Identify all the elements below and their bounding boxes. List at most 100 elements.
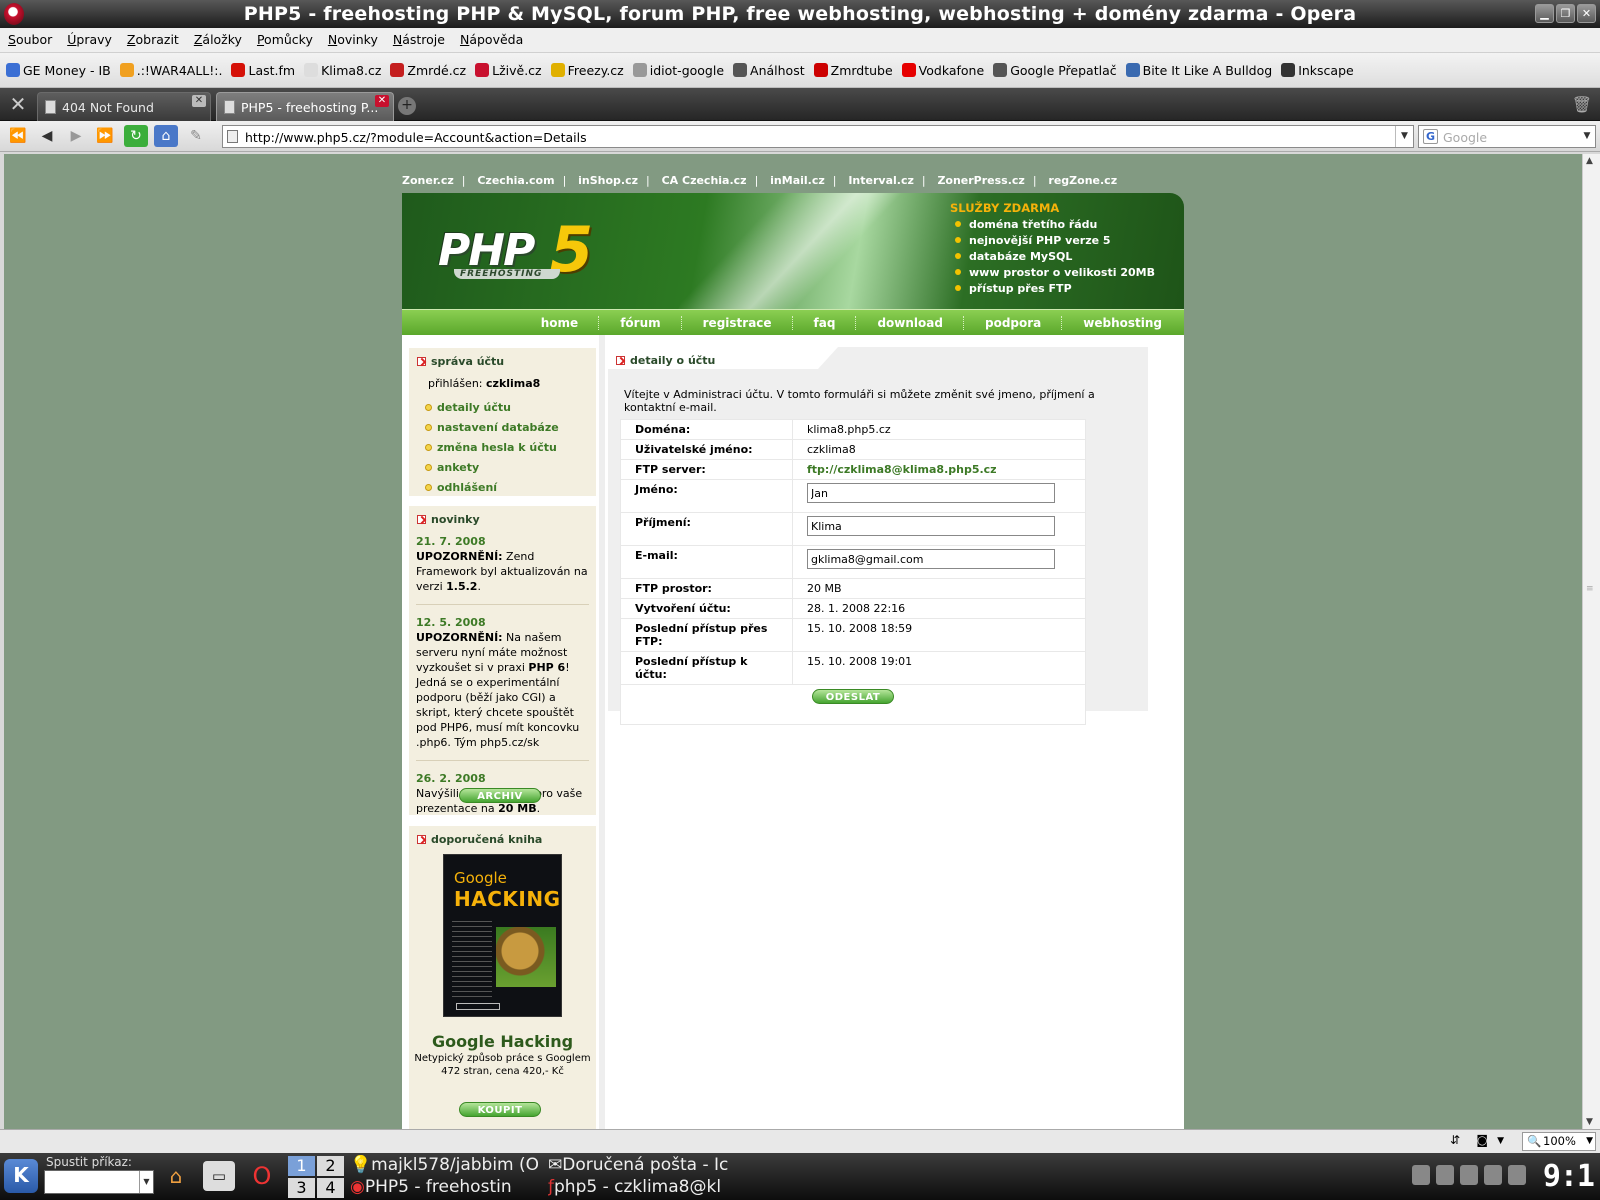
nav-faq[interactable]: faq (794, 316, 856, 330)
menu-zalozky[interactable]: Záložky (189, 28, 247, 52)
first-name-input[interactable] (807, 483, 1055, 503)
nav-download[interactable]: download (857, 316, 963, 330)
link-inmail[interactable]: inMail.cz (770, 174, 825, 187)
book-name[interactable]: Google Hacking (409, 1032, 596, 1051)
kde-menu-icon[interactable]: K (4, 1159, 38, 1193)
task-mail[interactable]: ✉Doručená pošta - Ic (548, 1155, 740, 1175)
tools-icon[interactable]: ✕ (4, 93, 32, 115)
close-tab-icon[interactable]: ✕ (192, 95, 206, 107)
search-field[interactable]: G Google ▼ (1418, 125, 1596, 148)
buy-button[interactable]: KOUPIT (459, 1102, 541, 1117)
task-jabbim[interactable]: 💡majkl578/jabbim (O (350, 1155, 538, 1175)
tab-php5[interactable]: PHP5 - freehosting P... ✕ (216, 92, 394, 121)
account-link-details[interactable]: detaily účtu (423, 398, 596, 418)
nav-registrace[interactable]: registrace (683, 316, 792, 330)
menu-soubor[interactable]: Soubor (3, 28, 57, 52)
book-cover[interactable]: Google HACKING (443, 854, 562, 1017)
nav-home[interactable]: home (521, 316, 598, 330)
bookmark[interactable]: Last.fm (231, 63, 295, 78)
bookmark[interactable]: .:!WAR4ALL!:. (119, 63, 222, 78)
menu-pomucky[interactable]: Pomůcky (252, 28, 318, 52)
link-inshop[interactable]: inShop.cz (578, 174, 638, 187)
account-link-database[interactable]: nastavení databáze (423, 418, 596, 438)
desktop-3[interactable]: 3 (288, 1178, 315, 1198)
home-icon[interactable]: ⌂ (154, 125, 178, 147)
reload-icon[interactable]: ↻ (124, 125, 148, 147)
php5-logo[interactable]: PHP 5 FREEHOSTING (432, 213, 612, 287)
opera-launcher-icon[interactable]: O (246, 1161, 278, 1191)
opera-tray-icon[interactable] (1484, 1165, 1502, 1185)
home-folder-icon[interactable]: ⌂ (160, 1161, 192, 1191)
bookmark[interactable]: Análhost (733, 63, 805, 78)
account-link-polls[interactable]: ankety (423, 458, 596, 478)
desktop-1[interactable]: 1 (288, 1156, 315, 1176)
bookmark[interactable]: idiot-google (632, 63, 724, 78)
account-link-password[interactable]: změna hesla k účtu (423, 438, 596, 458)
terminal-icon[interactable]: ▭ (203, 1161, 235, 1191)
transfer-icon[interactable]: ⇵ (1450, 1133, 1460, 1147)
klipper-icon[interactable] (1436, 1165, 1454, 1185)
link-zonerpress[interactable]: ZonerPress.cz (937, 174, 1024, 187)
task-filezilla[interactable]: ƒphp5 - czklima8@kl (548, 1177, 740, 1197)
desktop-4[interactable]: 4 (317, 1178, 344, 1198)
rewind-icon[interactable]: ⏪ (6, 125, 30, 147)
bookmark[interactable]: Klima8.cz (304, 63, 381, 78)
bookmark[interactable]: Bite It Like A Bulldog (1125, 63, 1272, 78)
link-czechia[interactable]: Czechia.com (477, 174, 554, 187)
bookmark[interactable]: Zmrdtube (813, 63, 893, 78)
last-name-input[interactable] (807, 516, 1055, 536)
close-tab-icon[interactable]: ✕ (375, 95, 389, 107)
link-interval[interactable]: Interval.cz (848, 174, 914, 187)
bookmark[interactable]: Vodkafone (901, 63, 984, 78)
chevron-down-icon[interactable]: ▼ (1579, 126, 1595, 147)
scroll-up-icon[interactable]: ▲ (1586, 156, 1593, 166)
nav-webhosting[interactable]: webhosting (1063, 316, 1182, 330)
link-zoner[interactable]: Zoner.cz (402, 174, 454, 187)
task-opera[interactable]: ◉PHP5 - freehostin (350, 1177, 538, 1197)
audio-icon[interactable] (1460, 1165, 1478, 1185)
trash-icon[interactable]: 🗑 (1572, 95, 1592, 114)
chevron-down-icon[interactable]: ▼ (1497, 1136, 1504, 1146)
new-tab-icon[interactable]: + (398, 97, 416, 115)
close-icon[interactable]: ✕ (1577, 4, 1596, 23)
archive-button[interactable]: ARCHIV (459, 788, 541, 803)
notes-icon[interactable] (1508, 1165, 1526, 1185)
account-link-logout[interactable]: odhlášení (423, 478, 596, 498)
bookmark[interactable]: Freezy.cz (550, 63, 624, 78)
nav-podpora[interactable]: podpora (965, 316, 1061, 330)
address-field[interactable]: http://www.php5.cz/?module=Account&actio… (222, 125, 1414, 148)
maximize-icon[interactable]: ❐ (1556, 4, 1575, 23)
clock[interactable]: 9:1 (1543, 1159, 1595, 1194)
bookmark[interactable]: GE Money - IB (6, 63, 111, 78)
forward-icon[interactable]: ▶ (64, 125, 88, 147)
zoom-control[interactable]: 🔍 100% ▼ (1522, 1132, 1596, 1151)
scroll-grip-icon[interactable]: ≡ (1586, 584, 1594, 594)
bookmark[interactable]: Zmrdé.cz (390, 63, 466, 78)
fast-forward-icon[interactable]: ⏩ (93, 125, 117, 147)
menu-nastroje[interactable]: Nástroje (388, 28, 450, 52)
network-icon[interactable] (1412, 1165, 1430, 1185)
submit-button[interactable]: ODESLAT (812, 689, 894, 704)
desktop-2[interactable]: 2 (317, 1156, 344, 1176)
bookmark[interactable]: Google Přepatlač (993, 63, 1117, 78)
link-regzone[interactable]: regZone.cz (1048, 174, 1117, 187)
nav-forum[interactable]: fórum (600, 316, 680, 330)
bookmark[interactable]: Lživě.cz (475, 63, 542, 78)
email-input[interactable] (807, 549, 1055, 569)
run-command-input[interactable]: ▼ (44, 1170, 154, 1194)
menu-zobrazit[interactable]: Zobrazit (122, 28, 184, 52)
chevron-down-icon[interactable]: ▼ (139, 1171, 153, 1193)
menu-upravy[interactable]: Úpravy (62, 28, 117, 52)
chevron-down-icon[interactable]: ▼ (1586, 1133, 1593, 1150)
link-ca-czechia[interactable]: CA Czechia.cz (662, 174, 747, 187)
chevron-down-icon[interactable]: ▼ (1395, 126, 1413, 147)
menu-napoveda[interactable]: Nápověda (455, 28, 528, 52)
vertical-scrollbar[interactable]: ▲ ≡ ▼ (1582, 154, 1600, 1129)
tab-404-not-found[interactable]: 404 Not Found ✕ (37, 92, 211, 121)
camera-icon[interactable]: ◙ (1476, 1133, 1488, 1147)
minimize-icon[interactable]: ▁ (1535, 4, 1554, 23)
scroll-down-icon[interactable]: ▼ (1586, 1117, 1593, 1127)
bookmark[interactable]: Inkscape (1281, 63, 1354, 78)
edit-icon[interactable]: ✎ (184, 125, 208, 147)
menu-novinky[interactable]: Novinky (323, 28, 383, 52)
